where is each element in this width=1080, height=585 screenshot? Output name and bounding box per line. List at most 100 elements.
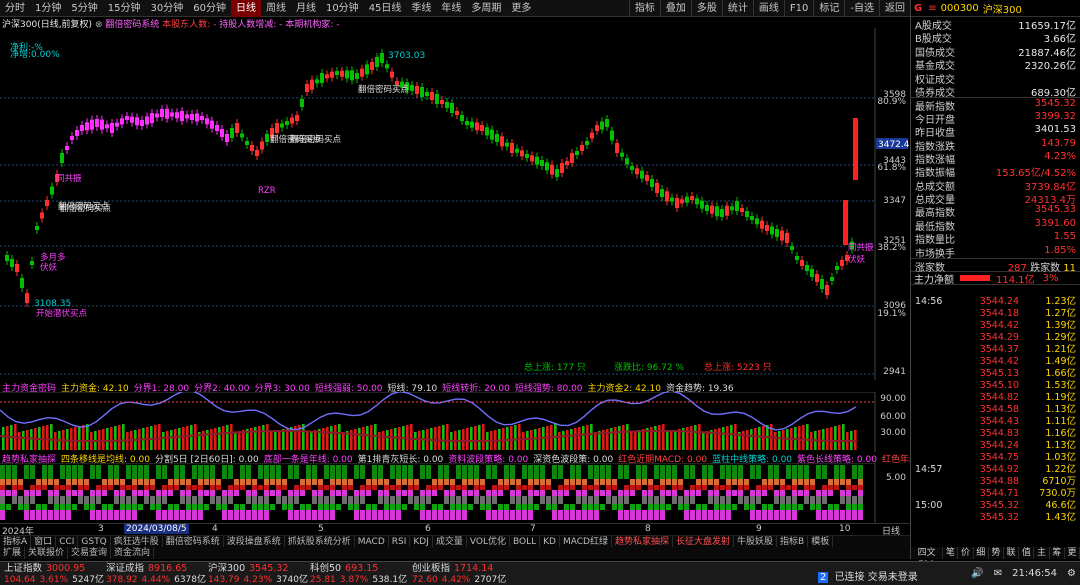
sub2-cell	[204, 490, 209, 496]
status-index[interactable]: 深证成指 8916.65 378.92 4.44% 6378亿	[106, 563, 206, 585]
right-tab[interactable]: 细	[974, 547, 989, 559]
g-icon[interactable]: G	[914, 3, 922, 14]
capital-indicator-chart[interactable]: 90.00 60.00 30.00	[0, 392, 910, 452]
tool-6[interactable]: 标记	[813, 0, 844, 17]
sub2-cell	[408, 490, 413, 496]
sub2-cell	[360, 465, 365, 479]
quote-value: 3399.32	[1034, 110, 1076, 122]
period-11[interactable]: 季线	[406, 0, 436, 17]
sub1-bar	[174, 429, 177, 450]
sub1-bar	[182, 427, 185, 450]
sub1-bar	[826, 428, 829, 450]
indicator-tab[interactable]: 疯狂选牛股	[111, 536, 163, 547]
right-side-label[interactable]: 四文F10	[911, 547, 944, 570]
indicator-tab[interactable]: 趋势私家抽探	[612, 536, 673, 547]
period-4[interactable]: 30分钟	[145, 0, 188, 17]
sub2-cell	[174, 485, 179, 490]
indicator-tab[interactable]: 指标B	[777, 536, 809, 547]
bottom-tab[interactable]: 资金流向	[111, 547, 155, 559]
sub2-cell	[96, 510, 101, 520]
sub2-cell	[528, 504, 533, 510]
tool-0[interactable]: 指标	[628, 0, 660, 17]
right-tab[interactable]: 更	[1065, 547, 1080, 559]
indicator-tab[interactable]: 指标A	[0, 536, 32, 547]
period-6[interactable]: 日线	[230, 0, 261, 17]
indicator-tab[interactable]: MACD	[355, 536, 389, 547]
sub1-bar	[206, 430, 209, 450]
indicator-tab[interactable]: 波段操盘系统	[224, 536, 285, 547]
period-5[interactable]: 60分钟	[188, 0, 231, 17]
indicator-tab[interactable]: 窗口	[31, 536, 57, 547]
period-9[interactable]: 10分钟	[321, 0, 364, 17]
status-index[interactable]: 沪深300 3545.32 143.79 4.23% 3740亿	[208, 563, 308, 585]
right-tab[interactable]: 笔	[943, 547, 959, 559]
period-7[interactable]: 周线	[261, 0, 291, 17]
tool-4[interactable]: 画线	[752, 0, 784, 17]
period-3[interactable]: 15分钟	[103, 0, 146, 17]
trend-indicator-chart[interactable]: 5.00	[0, 463, 910, 524]
indicator-tab[interactable]: 模板	[808, 536, 834, 547]
indicator-tab[interactable]: GSTQ	[78, 536, 111, 547]
indicator-tab[interactable]: CCI	[56, 536, 79, 547]
right-tab[interactable]: 势	[989, 547, 1005, 559]
sub2-cell	[576, 510, 581, 520]
tick-list[interactable]: 14:56 3544.24 1.23亿 3544.18 1.27亿 3544.42 1.39…	[911, 296, 1080, 524]
period-2[interactable]: 5分钟	[66, 0, 102, 17]
indicator-tab[interactable]: RSI	[389, 536, 411, 547]
indicator-tab[interactable]: 成交量	[433, 536, 467, 547]
right-tab[interactable]: 筹	[1050, 547, 1065, 559]
connection-status[interactable]: 2 已连接 交易未登录	[818, 568, 918, 583]
bottom-tab[interactable]: 交易查询	[68, 547, 112, 559]
sub2-cell	[456, 504, 461, 510]
right-tab[interactable]: 值	[1019, 547, 1035, 559]
candlestick-chart[interactable]: 359880.9%344361.8%3347325138.2%309619.1%…	[0, 28, 910, 380]
period-13[interactable]: 多周期	[466, 0, 506, 17]
indicator-tab[interactable]: MACD红绿	[560, 536, 612, 547]
candle	[105, 124, 109, 129]
status-vol: 2707亿	[474, 575, 507, 585]
bottom-tab[interactable]: 关联报价	[25, 547, 69, 559]
tool-3[interactable]: 统计	[721, 0, 753, 17]
sub2-cell	[372, 510, 377, 520]
indicator-tab[interactable]: KD	[540, 536, 560, 547]
tool-2[interactable]: 多股	[690, 0, 722, 17]
indicator-tab[interactable]: VOL优化	[467, 536, 510, 547]
period-10[interactable]: 45日线	[364, 0, 407, 17]
status-index[interactable]: 上证指数 3000.95 104.64 3.61% 5247亿	[4, 563, 104, 585]
indicator-tab[interactable]: KDJ	[410, 536, 433, 547]
sound-icon[interactable]: 🔊	[971, 568, 983, 579]
indicator-tab[interactable]: 牛股妖股	[734, 536, 778, 547]
bottom-tab[interactable]: 扩展	[0, 547, 26, 559]
period-8[interactable]: 月线	[291, 0, 321, 17]
right-tab[interactable]: 联	[1004, 547, 1020, 559]
sub2-cell	[408, 485, 413, 490]
sub1-bar	[386, 430, 389, 450]
indicator-tab[interactable]: 长征大盘发射	[673, 536, 734, 547]
message-icon[interactable]: ✉	[994, 568, 1002, 579]
sub2-cell	[504, 479, 509, 485]
right-tab[interactable]: 价	[958, 547, 974, 559]
tool-5[interactable]: F10	[783, 0, 813, 17]
period-12[interactable]: 年线	[436, 0, 466, 17]
period-toolbar: 分时 1分钟 5分钟 15分钟 30分钟 60分钟 日线 周线 月线 10分钟 45日线 季线 年线 多周…	[0, 0, 910, 17]
status-index[interactable]: 科创50 693.15 25.81 3.87% 538.1亿	[310, 563, 407, 585]
settings-icon[interactable]: ⚙	[1067, 568, 1076, 579]
indicator-tab[interactable]: 翻倍密码系统	[163, 536, 224, 547]
status-index[interactable]: 创业板指 1714.14 72.60 4.42% 2707亿	[412, 563, 506, 585]
tick-price: 3544.75	[979, 452, 1019, 463]
tool-8[interactable]: 返回	[879, 0, 910, 17]
period-0[interactable]: 分时	[0, 0, 30, 17]
sub2-cell	[618, 510, 623, 520]
indicator-tab[interactable]: 抓妖股系统分析	[285, 536, 355, 547]
tool-7[interactable]: -自选	[844, 0, 879, 17]
tool-1[interactable]: 叠加	[659, 0, 691, 17]
right-tab[interactable]: 主	[1034, 547, 1050, 559]
period-14[interactable]: 更多	[506, 0, 536, 17]
period-1[interactable]: 1分钟	[30, 0, 66, 17]
sub2-cell	[648, 496, 653, 504]
sub2-cell	[30, 496, 35, 504]
candle	[625, 158, 629, 165]
candle	[525, 154, 529, 158]
indicator-tab[interactable]: BOLL	[510, 536, 541, 547]
menu-icon[interactable]: ≡	[928, 3, 936, 14]
